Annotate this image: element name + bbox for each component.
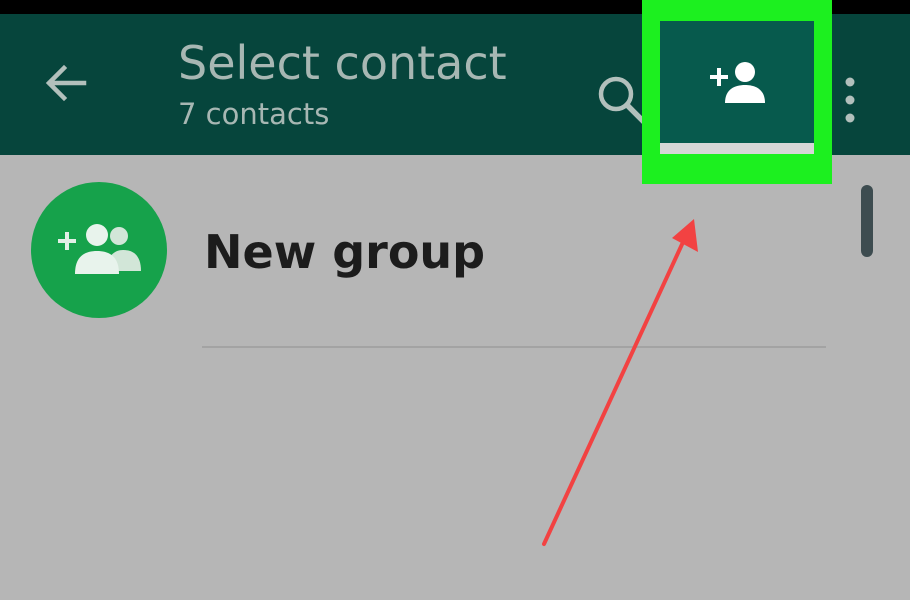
arrow-left-icon xyxy=(44,63,88,107)
divider xyxy=(202,346,826,348)
add-contact-button[interactable] xyxy=(660,21,814,154)
title-block: Select contact 7 contacts xyxy=(178,40,507,129)
group-avatar xyxy=(31,182,167,318)
more-options-button[interactable] xyxy=(834,70,866,130)
contact-count: 7 contacts xyxy=(178,97,330,131)
selected-indicator xyxy=(660,143,814,154)
more-vertical-icon xyxy=(834,77,866,134)
list-item-label: New group xyxy=(204,225,486,279)
scrollbar[interactable] xyxy=(861,185,873,257)
list-item-new-group[interactable]: New group xyxy=(0,155,850,345)
back-button[interactable] xyxy=(36,60,96,110)
page-title: Select contact xyxy=(178,36,507,90)
